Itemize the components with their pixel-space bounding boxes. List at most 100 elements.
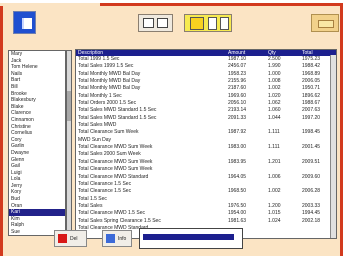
table-row[interactable]: Total Monthly 1 Sec 1969.60 1.020 1896.62 xyxy=(76,93,336,100)
list-item[interactable]: Lola xyxy=(9,176,65,183)
list-item[interactable]: Garlin xyxy=(9,143,65,150)
table-row[interactable]: Total Clearance 1.5 Sec xyxy=(76,181,336,188)
table-scrollbar[interactable] xyxy=(330,55,336,238)
list-item[interactable]: Ralph xyxy=(9,222,65,229)
table-row[interactable]: Total Clearance MWD Sum Week 1983.95 1.201… xyxy=(76,159,336,166)
table-cell xyxy=(266,137,300,144)
table-row[interactable]: Total Clearance MWD Sum Week 1983.00 1.111… xyxy=(76,144,336,151)
table-cell: 1.990 xyxy=(268,63,281,70)
info-label: Info xyxy=(118,235,127,242)
table-cell: 1950.71 xyxy=(302,85,321,92)
table-cell: Total Sales xyxy=(78,202,103,209)
progress-bar xyxy=(139,228,243,249)
list-item[interactable]: Oran xyxy=(9,203,65,210)
table-row[interactable]: Total Orders 2000 1.5 Sec 2056.10 1.062 198… xyxy=(76,100,336,107)
table-cell: 1.020 xyxy=(268,92,281,99)
table-cell: 1983.95 xyxy=(228,158,247,165)
page-icon xyxy=(157,18,168,28)
list-item[interactable]: Christine xyxy=(9,124,65,131)
list-item[interactable]: Cory xyxy=(9,137,65,144)
table-cell: 2056.10 xyxy=(228,100,247,107)
table-cell: Total Sales Spring Clearance 1.5 Sec xyxy=(78,217,161,224)
table-cell: 1997.20 xyxy=(302,114,321,121)
table-row[interactable]: Total Clearance MWD Sum Week xyxy=(76,166,336,173)
table-cell: 2009.51 xyxy=(302,158,321,165)
table-cell: 1.002 xyxy=(268,85,281,92)
table-row[interactable]: Total Clearance Sum Week 1987.92 1.111 1998… xyxy=(76,129,336,136)
table-row[interactable]: Total Sales MWD xyxy=(76,122,336,129)
list-item[interactable]: Cornelius xyxy=(9,130,65,137)
table-cell: Total Sales 1999 1.5 Sec xyxy=(78,63,134,70)
list-item[interactable]: Blake xyxy=(9,104,65,111)
list-item[interactable]: Cinnamon xyxy=(9,117,65,124)
table-cell: 2001.45 xyxy=(302,144,321,151)
table-row[interactable]: Total Clearance MWD Standard 1964.05 1.006… xyxy=(76,174,336,181)
table-row[interactable]: Total Sales MWD Standard 1.5 Sec 2193.14 1… xyxy=(76,107,336,114)
list-item[interactable]: Bud xyxy=(9,196,65,203)
list-item[interactable]: Luigi xyxy=(9,170,65,177)
list-item[interactable]: Bart xyxy=(9,77,65,84)
list-item[interactable]: Blakesbury xyxy=(9,97,65,104)
table-cell xyxy=(300,196,330,203)
list-item[interactable]: Dwayne xyxy=(9,150,65,157)
table-row[interactable]: Total Clearance MWD 1.5 Sec 1954.00 1.015 1… xyxy=(76,210,336,217)
list-item[interactable]: Kim xyxy=(9,216,65,223)
table-row[interactable]: Total Sales MWD Standard 1.5 Sec 2091.33 1… xyxy=(76,115,336,122)
table-row[interactable]: Total Monthly MWD Bal Day 2187.60 1.002 195… xyxy=(76,85,336,92)
table-cell: 1976.50 xyxy=(228,202,247,209)
table-cell: Total Monthly 1 Sec xyxy=(78,92,122,99)
table-row[interactable]: Total Sales 1999 1.5 Sec 2456.07 1.990 1988… xyxy=(76,63,336,70)
copy-pages-button[interactable] xyxy=(138,14,173,32)
table-cell xyxy=(266,196,300,203)
table-row[interactable]: Total 1.5 Sec xyxy=(76,196,336,203)
list-item[interactable]: Bill xyxy=(9,84,65,91)
table-row[interactable]: Total 1999 1.5 Sec 1987.10 2.500 1975.23 xyxy=(76,56,336,63)
table-row[interactable]: Total Sales 2000 Sum Week xyxy=(76,151,336,158)
name-list-scrollbar[interactable] xyxy=(66,50,72,236)
list-item[interactable]: Kory xyxy=(9,189,65,196)
table-cell: Total Sales 2000 Sum Week xyxy=(78,151,141,158)
name-list[interactable]: Mary Jack Tom Helene Nails Bart Bill Brooke Bla… xyxy=(8,50,66,236)
table-cell: Total Clearance MWD Standard xyxy=(78,173,149,180)
delete-button[interactable]: Del xyxy=(54,230,87,247)
list-item[interactable]: Clarence xyxy=(9,110,65,117)
window-pane xyxy=(22,18,32,29)
folder-button[interactable] xyxy=(311,14,339,32)
left-border xyxy=(0,6,3,256)
table-row[interactable]: MWD Sun Day xyxy=(76,137,336,144)
highlight-pages-button[interactable] xyxy=(184,14,232,32)
scroll-thumb[interactable] xyxy=(67,91,71,121)
info-icon xyxy=(106,234,115,243)
table-row[interactable]: Total Sales Spring Clearance 1.5 Sec 1981… xyxy=(76,218,336,225)
table-row[interactable]: Total Monthly MWD Bal Day 1958.23 1.000 196… xyxy=(76,71,336,78)
table-cell: 1981.63 xyxy=(228,217,247,224)
table-cell: 1.201 xyxy=(268,158,281,165)
list-item[interactable]: Jerry xyxy=(9,183,65,190)
info-button[interactable]: Info xyxy=(102,230,132,247)
table-cell xyxy=(266,151,300,158)
table-cell: 2006.28 xyxy=(302,188,321,195)
table-cell xyxy=(300,166,330,173)
list-item[interactable]: Brooke xyxy=(9,91,65,98)
list-item[interactable]: Jack xyxy=(9,58,65,65)
table-cell: Total Sales MWD Standard 1.5 Sec xyxy=(78,107,157,114)
list-item[interactable]: Gail xyxy=(9,163,65,170)
window-icon[interactable] xyxy=(13,11,36,34)
table-cell: Total 1.5 Sec xyxy=(78,195,107,202)
table-cell: Total Clearance 1.5 Sec xyxy=(78,180,132,187)
list-item[interactable]: Nails xyxy=(9,71,65,78)
list-item[interactable]: Kari xyxy=(9,209,65,216)
table-cell: 1968.50 xyxy=(228,188,247,195)
table-cell: 1987.10 xyxy=(228,56,247,62)
table-row[interactable]: Total Clearance 1.5 Sec 1968.50 1.002 2006.… xyxy=(76,188,336,195)
table-cell: 1.006 xyxy=(268,173,281,180)
list-item[interactable]: Tom Helene xyxy=(9,64,65,71)
table-row[interactable]: Total Monthly MWD Bal Day 2155.96 1.008 200… xyxy=(76,78,336,85)
copy-pages-icon xyxy=(143,18,154,28)
table-row[interactable]: Total Sales 1976.50 1.200 2003.33 xyxy=(76,203,336,210)
list-item[interactable]: Mary xyxy=(9,51,65,58)
list-item[interactable]: Glenn xyxy=(9,157,65,164)
table-cell: MWD Sun Day xyxy=(78,136,112,143)
app-window: Mary Jack Tom Helene Nails Bart Bill Brooke Bla… xyxy=(0,0,343,256)
progress-fill xyxy=(143,234,234,240)
